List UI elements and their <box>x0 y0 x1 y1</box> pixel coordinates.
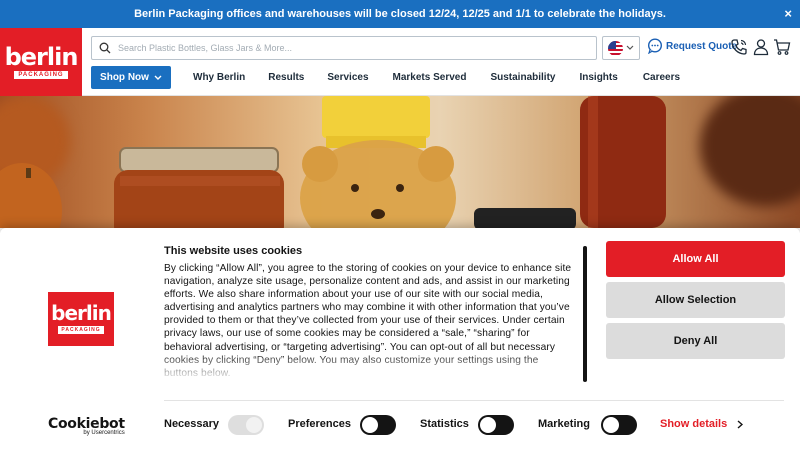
scrollbar-thumb[interactable] <box>583 246 587 382</box>
cookie-text-scrollbar[interactable] <box>583 246 587 382</box>
nav-results[interactable]: Results <box>268 72 304 83</box>
nav-sustainability[interactable]: Sustainability <box>490 72 555 83</box>
logo-sub: PACKAGING <box>14 70 68 79</box>
cookie-logo-sub: PACKAGING <box>58 326 104 334</box>
shop-now-button[interactable]: Shop Now <box>91 66 171 89</box>
search-icon[interactable] <box>92 42 118 54</box>
toggle-label-marketing: Marketing <box>538 418 590 430</box>
toggle-knob <box>362 417 378 433</box>
main-nav: Why Berlin Results Services Markets Serv… <box>193 66 680 89</box>
search-bar[interactable] <box>91 36 597 60</box>
user-icon[interactable] <box>752 38 770 56</box>
us-flag-icon <box>607 40 623 56</box>
announcement-bar: Berlin Packaging offices and warehouses … <box>0 0 800 28</box>
toggle-marketing[interactable] <box>601 415 637 435</box>
cookie-title: This website uses cookies <box>164 245 303 257</box>
close-icon[interactable]: × <box>784 6 792 21</box>
toggle-knob <box>603 417 619 433</box>
cookie-body-text: By clicking “Allow All”, you agree to th… <box>164 263 572 379</box>
search-input[interactable] <box>118 43 596 53</box>
cookie-logo-word: berlin <box>51 301 112 325</box>
nav-insights[interactable]: Insights <box>579 72 617 83</box>
logo-word: berlin <box>4 42 79 71</box>
show-details-label: Show details <box>660 418 728 430</box>
cookie-brand-logo: berlin PACKAGING <box>48 292 114 346</box>
deny-all-button[interactable]: Deny All <box>606 323 785 359</box>
site-header: berlin PACKAGING Request Quote Shop Now … <box>0 28 800 96</box>
announcement-text: Berlin Packaging offices and warehouses … <box>134 8 666 20</box>
nav-markets-served[interactable]: Markets Served <box>393 72 467 83</box>
toggle-knob <box>480 417 496 433</box>
hero-image <box>0 96 800 228</box>
nav-services[interactable]: Services <box>327 72 368 83</box>
toggle-preferences[interactable] <box>360 415 396 435</box>
shop-now-label: Shop Now <box>100 72 149 83</box>
chevron-down-icon <box>626 44 634 53</box>
request-quote-link[interactable]: Request Quote <box>647 38 737 54</box>
chevron-down-icon <box>154 75 162 80</box>
request-quote-label: Request Quote <box>666 40 738 52</box>
cookie-text-container[interactable]: By clicking “Allow All”, you agree to th… <box>164 262 572 382</box>
divider <box>164 400 784 401</box>
phone-icon[interactable] <box>730 38 748 56</box>
allow-all-button[interactable]: Allow All <box>606 241 785 277</box>
nav-careers[interactable]: Careers <box>643 72 680 83</box>
allow-selection-button[interactable]: Allow Selection <box>606 282 785 318</box>
region-select[interactable] <box>602 36 640 60</box>
cookiebot-logo[interactable]: Cookiebot by Usercentrics <box>48 416 125 436</box>
toggle-knob <box>246 417 262 433</box>
toggle-statistics[interactable] <box>478 415 514 435</box>
toggle-necessary <box>228 415 264 435</box>
brand-logo[interactable]: berlin PACKAGING <box>0 28 82 96</box>
cart-icon[interactable] <box>773 38 791 56</box>
toggle-label-necessary: Necessary <box>164 418 220 430</box>
cookie-banner: berlin PACKAGING This website uses cooki… <box>0 228 800 450</box>
toggle-label-statistics: Statistics <box>420 418 469 430</box>
chat-icon <box>647 38 663 54</box>
show-details-link[interactable]: Show details <box>660 418 744 430</box>
chevron-right-icon <box>737 419 744 429</box>
toggle-label-preferences: Preferences <box>288 418 351 430</box>
nav-why-berlin[interactable]: Why Berlin <box>193 72 245 83</box>
